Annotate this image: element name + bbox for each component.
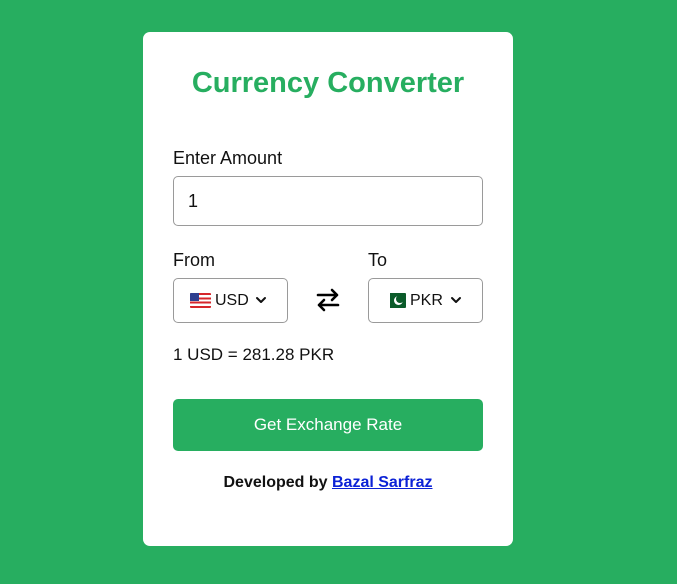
us-flag-icon [190,293,211,308]
amount-input[interactable] [173,176,483,226]
to-label: To [368,250,388,270]
footer-credit: Developed by Bazal Sarfraz [143,472,513,494]
pk-flag-icon [385,293,406,308]
swap-arrows-icon[interactable] [314,287,342,313]
converter-card: Currency Converter Enter Amount From USD… [143,32,513,546]
to-currency-code: PKR [410,291,443,309]
to-currency-select[interactable]: PKR [368,278,483,323]
get-exchange-rate-button[interactable]: Get Exchange Rate [173,399,483,451]
footer-prefix: Developed by [223,474,328,491]
app-title: Currency Converter [191,67,465,99]
chevron-down-icon [451,297,461,303]
author-link[interactable]: Bazal Sarfraz [332,474,433,491]
amount-label: Enter Amount [173,148,283,168]
from-currency-select[interactable]: USD [173,278,288,323]
exchange-rate-text: 1 USD = 281.28 PKR [173,345,335,364]
from-label: From [173,250,215,270]
from-currency-code: USD [215,291,249,309]
chevron-down-icon [256,297,266,303]
